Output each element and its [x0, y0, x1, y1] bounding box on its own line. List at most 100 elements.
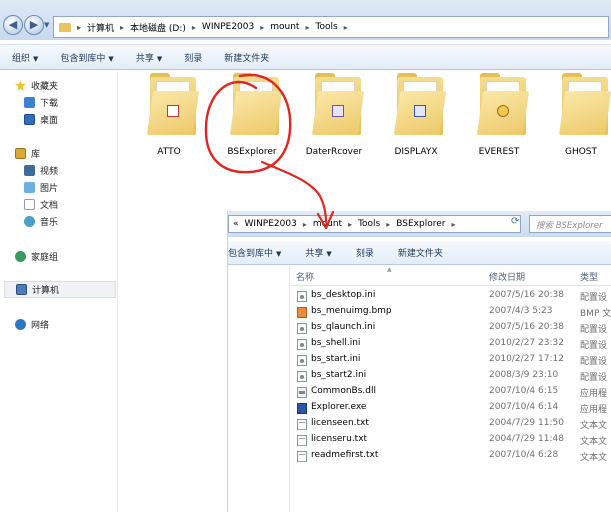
chevron-down-icon: ▼ [108, 54, 114, 63]
sidebar-item-homegroup[interactable]: 家庭组 [15, 250, 58, 263]
folder-displayx[interactable]: DISPLAYX [381, 71, 451, 163]
folder-atto[interactable]: ATTO [134, 71, 204, 163]
file-date: 2007/10/4 6:14 [489, 402, 559, 412]
dll-file-icon [297, 387, 307, 398]
include-in-library-button[interactable]: 包含到库中 ▼ [60, 51, 113, 64]
file-type: 配置设 [580, 357, 608, 367]
txt-file-icon [297, 435, 307, 446]
sidebar-item-libraries[interactable]: 库 [15, 147, 40, 160]
daterrcover-app-icon [332, 105, 344, 117]
everest-app-icon [497, 105, 509, 117]
breadcrumb-bsexplorer[interactable]: BSExplorer [396, 219, 445, 229]
file-type: BMP 文 [580, 309, 611, 319]
burn-button[interactable]: 刻录 [184, 51, 202, 64]
breadcrumb-mount[interactable]: mount [313, 219, 342, 229]
address-bar[interactable]: ▸ 计算机 ▸ 本地磁盘 (D:) ▸ WINPE2003 ▸ mount ▸ … [53, 16, 609, 38]
file-name: bs_qlaunch.ini [311, 322, 376, 332]
breadcrumb-computer[interactable]: 计算机 [87, 21, 114, 34]
list-header: ▲ 名称 修改日期 类型 [291, 266, 611, 286]
file-row[interactable]: Explorer.exe 2007/10/4 6:14 应用程 [291, 400, 611, 416]
folder-icon [558, 91, 611, 135]
organize-button[interactable]: 组织 ▼ [12, 51, 38, 64]
inner-address-bar[interactable]: « WINPE2003 ▸ mount ▸ Tools ▸ BSExplorer… [228, 215, 521, 233]
sidebar-item-documents[interactable]: 文档 [24, 198, 58, 211]
inner-command-bar: 包含到库中 ▼ 共享 ▼ 刻录 新建文件夹 [228, 241, 611, 265]
new-folder-button[interactable]: 新建文件夹 [224, 51, 269, 64]
file-name: CommonBs.dll [311, 386, 376, 396]
file-name: licenseru.txt [311, 434, 368, 444]
folder-bsexplorer[interactable]: BSExplorer [217, 71, 287, 163]
column-type[interactable]: 类型 [580, 270, 598, 283]
file-row[interactable]: licenseen.txt 2004/7/29 11:50 文本文 [291, 416, 611, 432]
file-type: 应用程 [580, 389, 608, 399]
download-folder-icon [24, 97, 35, 108]
column-date-modified[interactable]: 修改日期 [489, 270, 525, 283]
chevron-down-icon: ▼ [326, 250, 332, 258]
ini-file-icon [297, 339, 307, 350]
new-folder-button[interactable]: 新建文件夹 [398, 246, 443, 259]
file-row[interactable]: bs_start.ini 2010/2/27 17:12 配置设 [291, 352, 611, 368]
file-row[interactable]: readmefirst.txt 2007/10/4 6:28 文本文 [291, 448, 611, 464]
sidebar-item-network[interactable]: 网络 [15, 318, 49, 331]
exe-file-icon [297, 403, 307, 414]
file-type: 文本文 [580, 437, 608, 447]
navigation-pane: 收藏夹 下载 桌面 库 视频 图片 文档 音乐 家庭组 计算机 网络 [0, 71, 118, 512]
include-in-library-button[interactable]: 包含到库中 ▼ [228, 246, 281, 259]
file-row[interactable]: bs_start2.ini 2008/3/9 23:10 配置设 [291, 368, 611, 384]
search-input[interactable]: 搜索 BSExplorer [529, 215, 611, 233]
breadcrumb-mount[interactable]: mount [270, 22, 299, 32]
overflow-chevron[interactable]: « [233, 219, 239, 229]
file-row[interactable]: bs_shell.ini 2010/2/27 23:32 配置设 [291, 336, 611, 352]
folder-daterrcover[interactable]: DaterRcover [299, 71, 369, 163]
folder-ghost[interactable]: GHOST [546, 71, 611, 163]
bsexplorer-window: « WINPE2003 ▸ mount ▸ Tools ▸ BSExplorer… [227, 211, 611, 512]
burn-button[interactable]: 刻录 [356, 246, 374, 259]
folder-icon [229, 91, 283, 135]
breadcrumb-winpe2003[interactable]: WINPE2003 [202, 22, 254, 32]
file-type: 配置设 [580, 325, 608, 335]
sidebar-item-videos[interactable]: 视频 [24, 164, 58, 177]
file-name: Explorer.exe [311, 402, 367, 412]
chevron-down-icon: ▼ [33, 54, 39, 63]
file-row[interactable]: CommonBs.dll 2007/10/4 6:15 应用程 [291, 384, 611, 400]
sidebar-item-favorites[interactable]: 收藏夹 [15, 79, 58, 92]
file-row[interactable]: bs_menuimg.bmp 2007/4/3 5:23 BMP 文 [291, 304, 611, 320]
file-row[interactable]: bs_desktop.ini 2007/5/16 20:38 配置设 [291, 288, 611, 304]
star-icon [15, 80, 26, 91]
file-row[interactable]: licenseru.txt 2004/7/29 11:48 文本文 [291, 432, 611, 448]
folder-icon [59, 22, 71, 32]
forward-button[interactable]: ▶ [24, 15, 44, 35]
file-row[interactable]: bs_qlaunch.ini 2007/5/16 20:38 配置设 [291, 320, 611, 336]
atto-app-icon [167, 105, 179, 117]
inner-navigation-pane [228, 266, 290, 512]
sidebar-item-desktop[interactable]: 桌面 [24, 113, 58, 126]
sidebar-item-downloads[interactable]: 下载 [24, 96, 58, 109]
desktop-icon [24, 114, 35, 125]
chevron-down-icon: ▼ [276, 250, 282, 258]
breadcrumb-tools[interactable]: Tools [315, 22, 337, 32]
file-type: 配置设 [580, 341, 608, 351]
sidebar-item-pictures[interactable]: 图片 [24, 181, 58, 194]
share-button[interactable]: 共享 ▼ [136, 51, 162, 64]
file-type: 文本文 [580, 453, 608, 463]
displayx-app-icon [414, 105, 426, 117]
bmp-file-icon [297, 307, 307, 318]
file-name: bs_start2.ini [311, 370, 367, 380]
back-arrow-icon: ◀ [8, 18, 18, 31]
breadcrumb-drive-d[interactable]: 本地磁盘 (D:) [130, 21, 186, 34]
folder-everest[interactable]: EVEREST [464, 71, 534, 163]
ini-file-icon [297, 371, 307, 382]
sidebar-item-music[interactable]: 音乐 [24, 215, 58, 228]
breadcrumb-winpe2003[interactable]: WINPE2003 [245, 219, 297, 229]
sidebar-item-computer[interactable]: 计算机 [4, 281, 116, 298]
file-date: 2007/10/4 6:15 [489, 386, 559, 396]
recent-pages-dropdown[interactable]: ▼ [44, 21, 49, 29]
share-button[interactable]: 共享 ▼ [305, 246, 331, 259]
back-button[interactable]: ◀ [3, 15, 23, 35]
file-date: 2010/2/27 23:32 [489, 338, 564, 348]
refresh-icon[interactable]: ⟳ [511, 216, 523, 230]
txt-file-icon [297, 419, 307, 430]
music-icon [24, 216, 35, 227]
breadcrumb-tools[interactable]: Tools [358, 219, 380, 229]
column-name[interactable]: 名称 [296, 270, 314, 283]
